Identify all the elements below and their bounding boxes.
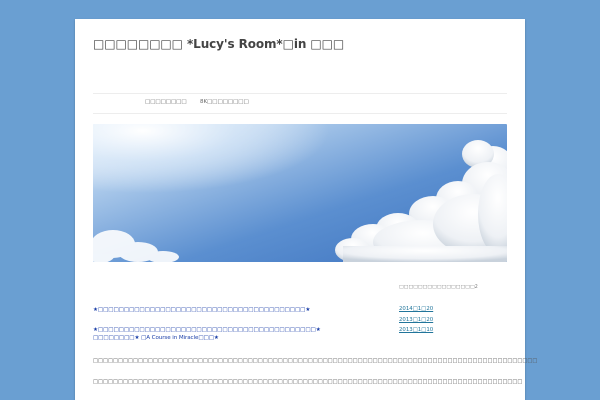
archive-link-3[interactable]: 2013□1□10	[399, 327, 433, 333]
nav-item-2[interactable]: 8K□□□□□□□□	[200, 99, 249, 105]
nav-divider-bottom	[93, 113, 507, 114]
post-link-2[interactable]: ★□□□□□□□□□□□□□□□□□□□□□□□□□□□□□□□□□□□□□□□…	[93, 327, 321, 333]
main-navigation: □□□□□□□□ 8K□□□□□□□□	[93, 94, 507, 113]
archive-link-1[interactable]: 2014□1□20	[399, 306, 433, 312]
page-container: □□□□□□□□ *Lucy's Room*□in □□□ □□□□□□□□ 8…	[75, 19, 538, 400]
body-paragraph-2: □□□□□□□□□□□□□□□□□□□□□□□□□□□□□□□□□□□□□□□□…	[93, 379, 523, 385]
archive-link-2[interactable]: 2013□1□20	[399, 317, 433, 323]
body-paragraph-1: □□□□□□□□□□□□□□□□□□□□□□□□□□□□□□□□□□□□□□□□…	[93, 358, 538, 364]
post-link-1[interactable]: ★□□□□□□□□□□□□□□□□□□□□□□□□□□□□□□□□□□□□□□□…	[93, 307, 310, 313]
sky-clouds-picture	[93, 124, 507, 262]
nav-item-1[interactable]: □□□□□□□□	[145, 99, 187, 105]
site-title[interactable]: □□□□□□□□ *Lucy's Room*□in □□□	[93, 34, 353, 55]
header-sky-image	[93, 124, 507, 262]
post-link-3[interactable]: □□□□□□□□★ □A Course in Miracle□□□★	[93, 335, 219, 341]
widget-title: □□□□□□□□□□□□□□□□2	[399, 285, 478, 290]
